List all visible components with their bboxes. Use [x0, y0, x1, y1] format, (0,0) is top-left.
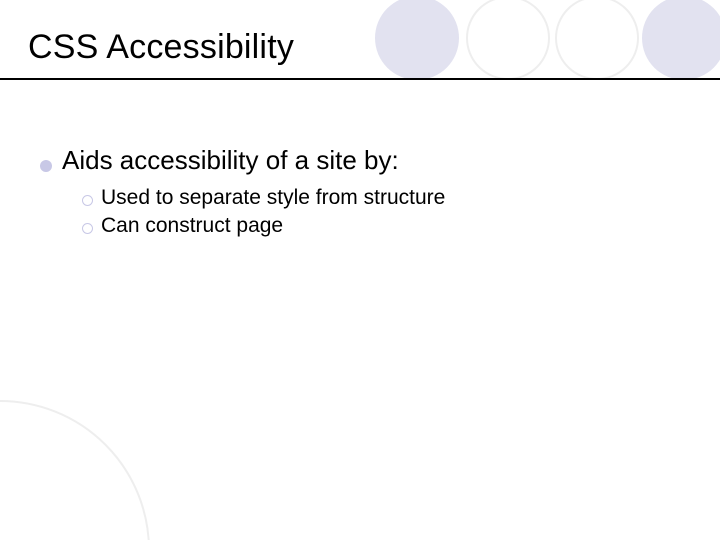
- deco-circle-1: [375, 0, 459, 80]
- slide-title: CSS Accessibility: [28, 28, 294, 67]
- disc-bullet-icon: [40, 160, 52, 172]
- deco-circle-2: [466, 0, 550, 80]
- title-underline: [0, 78, 720, 80]
- bullet-level2-list: Used to separate style from structure Ca…: [82, 184, 680, 241]
- deco-circle-4: [642, 0, 720, 80]
- slide-content: Aids accessibility of a site by: Used to…: [40, 145, 680, 241]
- bullet-level2: Used to separate style from structure: [82, 184, 680, 212]
- bullet-level1: Aids accessibility of a site by:: [40, 145, 680, 176]
- bullet-level2: Can construct page: [82, 212, 680, 240]
- bullet-level2-text: Can construct page: [101, 212, 283, 240]
- bullet-level2-text: Used to separate style from structure: [101, 184, 445, 212]
- bullet-level1-text: Aids accessibility of a site by:: [62, 145, 399, 176]
- deco-corner-circle: [0, 400, 150, 540]
- circle-bullet-icon: [82, 223, 93, 234]
- deco-circle-3: [555, 0, 639, 80]
- circle-bullet-icon: [82, 195, 93, 206]
